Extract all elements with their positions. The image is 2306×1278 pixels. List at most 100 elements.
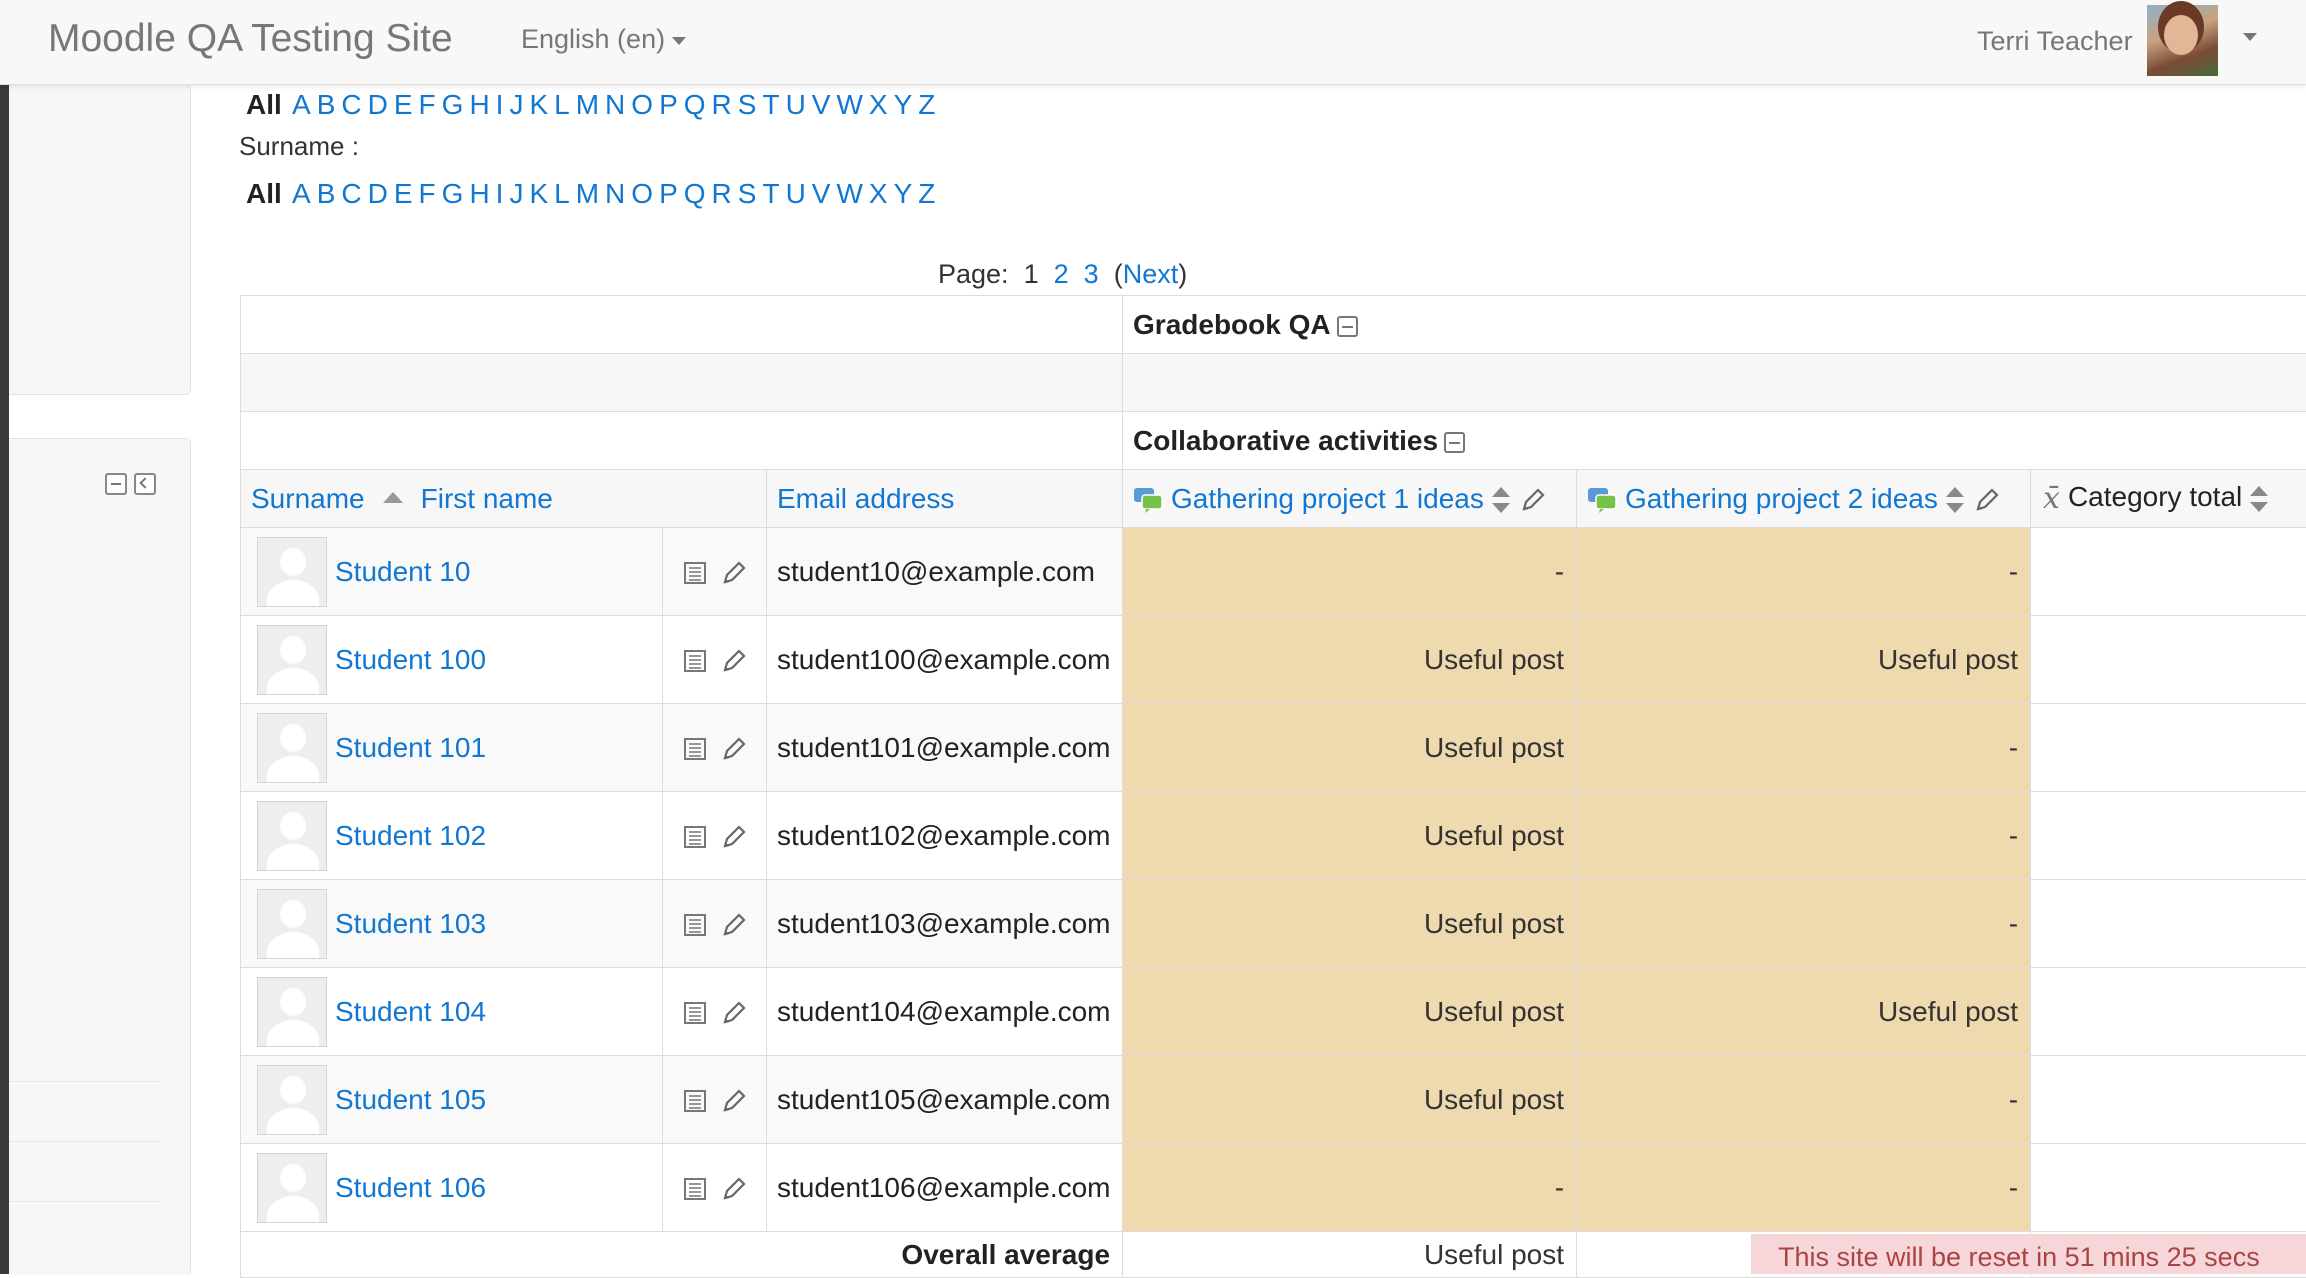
- avatar[interactable]: [257, 1153, 327, 1223]
- initial-link-z[interactable]: Z: [918, 178, 935, 209]
- grade-cell[interactable]: Useful post: [1123, 792, 1577, 880]
- grade-cell[interactable]: -: [1123, 528, 1577, 616]
- student-name-link[interactable]: Student 103: [335, 908, 486, 939]
- edit-pencil-icon[interactable]: [1974, 487, 2000, 513]
- report-table-icon[interactable]: [683, 1001, 707, 1025]
- category-total-cell[interactable]: [2031, 968, 2306, 1056]
- report-table-icon[interactable]: [683, 737, 707, 761]
- initial-link-b[interactable]: B: [317, 178, 336, 209]
- grade-cell[interactable]: -: [1577, 792, 2031, 880]
- avatar[interactable]: [257, 977, 327, 1047]
- initial-link-n[interactable]: N: [605, 89, 625, 120]
- initial-link-x[interactable]: X: [869, 178, 888, 209]
- category-total-cell[interactable]: [2031, 1056, 2306, 1144]
- initial-link-t[interactable]: T: [762, 178, 779, 209]
- grade-cell[interactable]: Useful post: [1123, 704, 1577, 792]
- student-name-link[interactable]: Student 105: [335, 1084, 486, 1115]
- sort-icon[interactable]: [2250, 486, 2268, 512]
- user-menu-chevron-down-icon[interactable]: [2243, 33, 2257, 41]
- grade-cell[interactable]: Useful post: [1123, 616, 1577, 704]
- grade-cell[interactable]: -: [1577, 1144, 2031, 1232]
- edit-pencil-icon[interactable]: [721, 824, 747, 850]
- initial-link-w[interactable]: W: [836, 178, 862, 209]
- avatar[interactable]: [257, 625, 327, 695]
- initial-link-q[interactable]: Q: [684, 89, 706, 120]
- category-total-cell[interactable]: [2031, 704, 2306, 792]
- grade-cell[interactable]: -: [1577, 1056, 2031, 1144]
- initial-link-y[interactable]: Y: [894, 178, 913, 209]
- student-name-link[interactable]: Student 102: [335, 820, 486, 851]
- edit-pencil-icon[interactable]: [721, 736, 747, 762]
- initial-link-b[interactable]: B: [317, 89, 336, 120]
- initial-link-a[interactable]: A: [292, 89, 311, 120]
- initial-link-o[interactable]: O: [631, 89, 653, 120]
- student-name-link[interactable]: Student 100: [335, 644, 486, 675]
- page-link-2[interactable]: 2: [1054, 259, 1069, 289]
- edit-pencil-icon[interactable]: [721, 1176, 747, 1202]
- initial-link-w[interactable]: W: [836, 89, 862, 120]
- page-link-3[interactable]: 3: [1084, 259, 1099, 289]
- block-collapse-icon[interactable]: [105, 473, 127, 495]
- initial-link-q[interactable]: Q: [684, 178, 706, 209]
- initial-link-o[interactable]: O: [631, 178, 653, 209]
- student-name-link[interactable]: Student 10: [335, 556, 470, 587]
- initial-link-s[interactable]: S: [738, 89, 757, 120]
- initial-link-k[interactable]: K: [529, 89, 548, 120]
- report-table-icon[interactable]: [683, 1089, 707, 1113]
- report-table-icon[interactable]: [683, 561, 707, 585]
- initial-link-i[interactable]: I: [496, 89, 504, 120]
- user-avatar[interactable]: [2147, 5, 2218, 76]
- initial-link-f[interactable]: F: [419, 89, 436, 120]
- report-table-icon[interactable]: [683, 1177, 707, 1201]
- initial-link-r[interactable]: R: [712, 178, 732, 209]
- category-total-cell[interactable]: [2031, 880, 2306, 968]
- initial-link-m[interactable]: M: [576, 178, 599, 209]
- category-total-cell[interactable]: [2031, 1144, 2306, 1232]
- initial-link-i[interactable]: I: [496, 178, 504, 209]
- category-collapse-icon[interactable]: [1337, 316, 1358, 337]
- initial-link-p[interactable]: P: [659, 89, 678, 120]
- initial-link-r[interactable]: R: [712, 89, 732, 120]
- initial-link-p[interactable]: P: [659, 178, 678, 209]
- sort-email-link[interactable]: Email address: [777, 483, 954, 514]
- initial-link-s[interactable]: S: [738, 178, 757, 209]
- initial-link-n[interactable]: N: [605, 178, 625, 209]
- initial-link-a[interactable]: A: [292, 178, 311, 209]
- report-table-icon[interactable]: [683, 649, 707, 673]
- initial-link-c[interactable]: C: [341, 178, 361, 209]
- initial-link-e[interactable]: E: [394, 89, 413, 120]
- initial-link-g[interactable]: G: [442, 89, 464, 120]
- avatar[interactable]: [257, 713, 327, 783]
- category-collapse-icon[interactable]: [1444, 432, 1465, 453]
- avatar[interactable]: [257, 889, 327, 959]
- initial-link-l[interactable]: L: [554, 178, 570, 209]
- block-dock-icon[interactable]: [134, 473, 156, 495]
- edit-pencil-icon[interactable]: [721, 1000, 747, 1026]
- initial-link-c[interactable]: C: [341, 89, 361, 120]
- student-name-link[interactable]: Student 106: [335, 1172, 486, 1203]
- initial-link-z[interactable]: Z: [918, 89, 935, 120]
- avatar[interactable]: [257, 537, 327, 607]
- initial-link-v[interactable]: V: [812, 178, 831, 209]
- initial-link-u[interactable]: U: [786, 178, 806, 209]
- student-name-link[interactable]: Student 101: [335, 732, 486, 763]
- grade-cell[interactable]: Useful post: [1123, 880, 1577, 968]
- grade-cell[interactable]: Useful post: [1123, 968, 1577, 1056]
- grade-cell[interactable]: Useful post: [1577, 616, 2031, 704]
- edit-pencil-icon[interactable]: [721, 648, 747, 674]
- edit-pencil-icon[interactable]: [721, 912, 747, 938]
- initial-link-k[interactable]: K: [529, 178, 548, 209]
- report-table-icon[interactable]: [683, 825, 707, 849]
- student-name-link[interactable]: Student 104: [335, 996, 486, 1027]
- initial-link-j[interactable]: J: [509, 89, 523, 120]
- initial-link-m[interactable]: M: [576, 89, 599, 120]
- page-next-link[interactable]: Next: [1123, 259, 1179, 289]
- category-total-cell[interactable]: [2031, 792, 2306, 880]
- initial-link-e[interactable]: E: [394, 178, 413, 209]
- sort-surname-link[interactable]: Surname: [251, 483, 365, 514]
- grade-cell[interactable]: Useful post: [1577, 968, 2031, 1056]
- initial-link-d[interactable]: D: [368, 178, 388, 209]
- initial-link-t[interactable]: T: [762, 89, 779, 120]
- initial-link-g[interactable]: G: [442, 178, 464, 209]
- initial-link-x[interactable]: X: [869, 89, 888, 120]
